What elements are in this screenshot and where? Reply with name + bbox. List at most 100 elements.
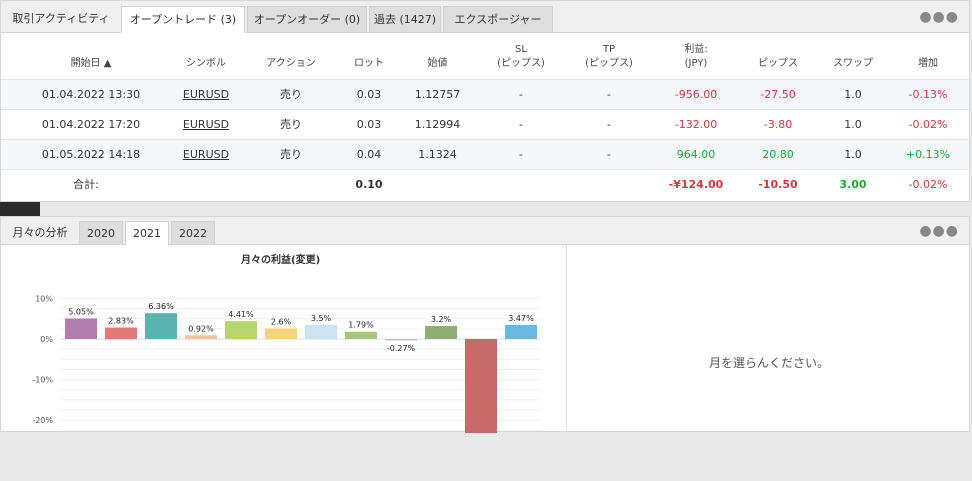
cell-swap: 1.0 — [844, 118, 862, 131]
header-tp-line1: TP — [602, 44, 616, 55]
cell-profit: -132.00 — [674, 118, 718, 131]
cell-swap: 1.0 — [844, 88, 862, 101]
tab-open-trades[interactable]: オープントレード (3) — [121, 6, 245, 33]
open-trades-panel: 取引アクティビティ オープントレード (3) オープンオーダー (0) 過去 (… — [0, 0, 970, 202]
y-tick-label: -20% — [32, 416, 53, 425]
header-open-price[interactable]: 始値 — [405, 57, 470, 71]
chart-svg: 10% 0% -10% -20% 5.05% 2.83% 6.36% 0.92% 4.41% 2.… — [32, 294, 541, 433]
cell-gain: -0.02% — [908, 118, 948, 131]
cell-lot: 0.04 — [356, 148, 382, 161]
analysis-tabbar: 月々の分析 2020 2021 2022 ●●● — [1, 217, 969, 246]
bar-data-label: 6.36% — [148, 302, 174, 311]
more-dots-icon[interactable]: ●●● — [919, 9, 959, 25]
total-gain: -0.02% — [908, 178, 948, 191]
cell-symbol-link[interactable]: EURUSD — [166, 80, 246, 110]
tab-year-2020[interactable]: 2020 — [79, 221, 123, 245]
chart-bar — [465, 339, 497, 433]
chart-bar — [305, 324, 337, 339]
bar-data-label: 4.41% — [228, 310, 254, 319]
cell-lot: 0.03 — [356, 118, 382, 131]
bar-data-label: 1.79% — [348, 321, 374, 330]
cell-tp: - — [607, 148, 611, 161]
total-lot: 0.10 — [355, 178, 383, 191]
table-row[interactable]: 01.05.2022 14:18 EURUSD 売り 0.04 1.1324 -… — [1, 140, 969, 170]
bar-data-label: -26.2% — [467, 432, 496, 433]
cell-open-price: 1.12994 — [414, 118, 461, 131]
y-tick-label: -10% — [32, 376, 53, 385]
header-sl-line2: (ピップス) — [497, 58, 545, 69]
cell-gain: +0.13% — [905, 148, 951, 161]
cell-symbol-link[interactable]: EURUSD — [166, 140, 246, 170]
header-tp-line2: (ピップス) — [585, 58, 633, 69]
chart-bar — [265, 328, 297, 339]
cell-sl: - — [519, 88, 523, 101]
header-profit[interactable]: 利益: (JPY) — [661, 43, 731, 71]
chart-bar — [145, 313, 177, 339]
cell-date: 01.05.2022 14:18 — [41, 148, 141, 161]
total-swap: 3.00 — [839, 178, 867, 191]
chart-bar — [105, 327, 137, 339]
table-header: 開始日 ▲ シンボル アクション ロット 始値 SL (ピップス) TP (ピッ… — [1, 33, 969, 80]
monthly-analysis-panel: 月々の分析 2020 2021 2022 ●●● 月々の利益(変更) 10% 0%… — [0, 216, 970, 433]
chart-bar — [425, 326, 457, 339]
cell-action: 売り — [280, 118, 302, 131]
bar-data-label: 0.92% — [188, 324, 214, 333]
monthly-profit-chart: 月々の利益(変更) 10% 0% -10% -20% 5.05% 2.83% 6.36% 0.… — [1, 245, 566, 433]
cell-open-price: 1.12757 — [414, 88, 461, 101]
header-action[interactable]: アクション — [251, 57, 331, 71]
bar-data-label: 5.05% — [68, 307, 94, 316]
header-swap[interactable]: スワップ — [821, 57, 885, 71]
total-pips: -10.50 — [758, 178, 798, 191]
cell-symbol-link[interactable]: EURUSD — [166, 110, 246, 140]
cell-action: 売り — [280, 148, 302, 161]
header-tp[interactable]: TP (ピップス) — [574, 43, 644, 71]
more-dots-icon[interactable]: ●●● — [919, 223, 959, 239]
cell-pips: -27.50 — [760, 88, 796, 101]
total-profit: -¥124.00 — [668, 178, 724, 191]
chart-bar — [65, 318, 97, 339]
cell-action: 売り — [280, 88, 302, 101]
header-sl[interactable]: SL (ピップス) — [486, 43, 556, 71]
table-row[interactable]: 01.04.2022 13:30 EURUSD 売り 0.03 1.12757 … — [1, 80, 969, 110]
cell-sl: - — [519, 148, 523, 161]
bar-data-label: 3.5% — [311, 314, 332, 323]
bar-data-label: -0.27% — [387, 344, 416, 353]
tab-exposure[interactable]: エクスポージャー — [443, 6, 553, 32]
cell-profit: -956.00 — [674, 88, 718, 101]
bar-data-label: 2.6% — [271, 317, 292, 326]
y-tick-label: 10% — [35, 294, 53, 303]
bar-data-label: 3.47% — [508, 314, 534, 323]
tab-open-orders[interactable]: オープンオーダー (0) — [247, 6, 367, 32]
cell-tp: - — [607, 118, 611, 131]
chart-bar — [345, 331, 377, 339]
header-lot[interactable]: ロット — [339, 57, 399, 71]
cell-lot: 0.03 — [356, 88, 382, 101]
cell-sl: - — [519, 118, 523, 131]
cell-date: 01.04.2022 17:20 — [41, 118, 141, 131]
header-profit-line1: 利益: — [684, 44, 708, 55]
tab-year-2022[interactable]: 2022 — [171, 221, 215, 245]
table-total-row: 合計: 0.10 -¥124.00 -10.50 3.00 -0.02% — [1, 170, 969, 200]
tab-year-2021[interactable]: 2021 — [125, 221, 169, 246]
chart-bar — [185, 335, 217, 339]
cell-pips: -3.80 — [763, 118, 793, 131]
header-pips[interactable]: ピップス — [743, 57, 813, 71]
total-label: 合計: — [73, 178, 99, 191]
table-row[interactable]: 01.04.2022 17:20 EURUSD 売り 0.03 1.12994 … — [1, 110, 969, 140]
cell-profit: 964.00 — [676, 148, 716, 161]
bar-data-label: 3.2% — [431, 315, 452, 324]
cell-gain: -0.13% — [908, 88, 948, 101]
header-gain[interactable]: 増加 — [896, 57, 960, 71]
chart-bar — [225, 321, 257, 339]
tab-trading-activity[interactable]: 取引アクティビティ — [1, 6, 121, 32]
cell-date: 01.04.2022 13:30 — [41, 88, 141, 101]
dark-side-tab — [0, 202, 40, 216]
header-sl-line1: SL — [515, 44, 527, 55]
header-open-date[interactable]: 開始日 ▲ — [41, 57, 141, 71]
header-symbol[interactable]: シンボル — [166, 57, 246, 71]
y-tick-label: 0% — [40, 335, 53, 344]
cell-pips: 20.80 — [762, 148, 794, 161]
select-month-message: 月を選らんください。 — [708, 356, 829, 370]
chart-bar — [385, 339, 417, 341]
tab-history[interactable]: 過去 (1427) — [369, 6, 441, 32]
